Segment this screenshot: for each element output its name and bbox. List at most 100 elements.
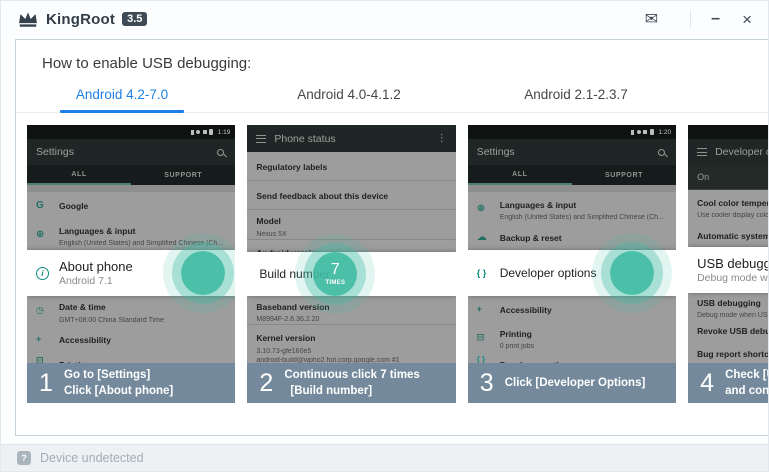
google-icon: G (36, 200, 59, 211)
bluetooth-icon (631, 130, 634, 135)
kebab-menu-icon: ⋮ (437, 133, 447, 144)
list-item-date-time: ◷ Date & time GMT+08:00 China Standard T… (27, 296, 235, 325)
dialog-title: How to enable USB debugging: (42, 55, 251, 72)
highlight-about-phone: i About phone Android 7.1 (27, 250, 235, 296)
settings-app-bar: Settings (27, 139, 235, 165)
phone-status-bar: 1:20 (468, 125, 676, 139)
list-item-accessibility: + Accessibility (27, 325, 235, 352)
highlight-usb-debugging: USB debugging Debug mode when USB is con… (688, 247, 769, 293)
list-item-printing: ⊟ Printing 0 print jobs (468, 322, 676, 352)
tab-android-4-0-4-1-2[interactable]: Android 4.0-4.1.2 (269, 87, 429, 112)
divider (27, 185, 235, 192)
printer-icon: ⊟ (477, 332, 500, 343)
mail-icon[interactable]: ✉ (645, 9, 658, 29)
battery-icon (650, 129, 654, 135)
printer-icon: ⊟ (36, 355, 59, 363)
tab-android-2-1-2-3-7[interactable]: Android 2.1-2.3.7 (496, 87, 656, 112)
phone-screenshot-phone-status: Phone status ⋮ Regulatory labels Send fe… (247, 125, 455, 363)
cloud-icon: ☁ (477, 232, 500, 243)
tap-indicator (181, 251, 225, 295)
data-saver-icon (196, 130, 200, 134)
list-item-auto-updates: Automatic system updates (688, 222, 769, 247)
phone-screenshot-settings-2: 1:20 Settings ALL SUPPORT ⊕ (468, 125, 676, 363)
step-caption-1: 1 Go to [Settings] Click [About phone] (27, 363, 235, 403)
list-item-model: Model Nexus 5X (247, 210, 455, 240)
list-item-languages: ⊕ Languages & input English (United Stat… (468, 192, 676, 224)
kingroot-window: KingRoot 3.5 ✉ – × How to enable USB deb… (0, 0, 769, 472)
clock-time: 1:19 (218, 129, 231, 136)
list-item-cool-color: Cool color temperature Use cooler displa… (688, 190, 769, 222)
phone-status-app-bar: Phone status ⋮ (247, 125, 455, 152)
help-icon[interactable]: ? (17, 451, 31, 465)
version-badge: 3.5 (122, 12, 147, 26)
signal-icon (643, 130, 647, 134)
step-number: 2 (256, 371, 276, 396)
list-item-usb-debugging-dim: USB debugging Debug mode when USB is con… (688, 293, 769, 319)
tab-android-4-2-7-0[interactable]: Android 4.2-7.0 (42, 87, 202, 112)
tap-indicator (610, 251, 654, 295)
usb-debugging-dialog: How to enable USB debugging: × Android 4… (15, 39, 769, 436)
window-close-button[interactable]: × (742, 11, 752, 28)
step-caption-2: 2 Continuous click 7 times [Build number… (247, 363, 455, 403)
settings-tabs: ALL SUPPORT (468, 165, 676, 185)
list-item-baseband: Baseband version M8994F-2.6.36.2.20 (247, 296, 455, 325)
developer-options-on-row: On (688, 165, 769, 190)
crown-logo-icon (17, 11, 39, 28)
phone-screenshot-developer-options: 1:21 Developer options ⋮ On (688, 125, 769, 363)
step-panels: 1:19 Settings ALL SUPPORT G (16, 113, 769, 435)
search-icon (658, 149, 665, 156)
developer-options-app-bar: Developer options ⋮ (688, 139, 769, 165)
phone-status-bar: 1:19 (27, 125, 235, 139)
step-number: 3 (477, 371, 497, 396)
highlight-developer-options: { } Developer options (468, 250, 676, 296)
globe-icon: ⊕ (477, 203, 500, 214)
phone-status-bar: 1:21 (688, 125, 769, 139)
accessibility-icon: + (36, 334, 59, 344)
settings-app-bar: Settings (468, 139, 676, 165)
highlight-build-number: Build number 7 TIMES (247, 252, 455, 296)
list-item-kernel: Kernel version 3.10.73-gfe160e5 android-… (247, 325, 455, 363)
tap-indicator-7-times: 7 TIMES (313, 252, 357, 296)
main-area: How to enable USB debugging: × Android 4… (1, 37, 768, 444)
list-item-google: G Google (27, 192, 235, 218)
android-version-tabs: Android 4.2-7.0 Android 4.0-4.1.2 Androi… (16, 87, 769, 113)
list-item-languages: ⊕ Languages & input English (United Stat… (27, 218, 235, 250)
titlebar: KingRoot 3.5 ✉ – × (1, 1, 768, 37)
developer-braces-icon: { } (477, 268, 500, 278)
search-icon (217, 149, 224, 156)
developer-braces-icon: { } (477, 355, 500, 363)
step-panel-2: Phone status ⋮ Regulatory labels Send fe… (247, 125, 455, 435)
hamburger-menu-icon (256, 135, 266, 143)
accessibility-icon: + (477, 304, 500, 314)
step-number: 1 (36, 371, 56, 396)
battery-icon (209, 129, 213, 135)
signal-icon (203, 130, 207, 134)
clock-time: 1:20 (658, 129, 671, 136)
globe-icon: ⊕ (36, 229, 59, 240)
list-item-regulatory-labels: Regulatory labels (247, 152, 455, 181)
status-footer: ? Device undetected (1, 444, 768, 471)
hamburger-menu-icon (697, 148, 707, 156)
device-status-text: Device undetected (40, 451, 144, 465)
list-item-printing: ⊟ Printing (27, 352, 235, 363)
step-number: 4 (697, 371, 717, 396)
list-item-bug-report: Bug report shortcut Show a button in the… (688, 341, 769, 363)
bluetooth-icon (191, 130, 194, 135)
list-item-developer-options: { } Developer options (468, 352, 676, 363)
divider (468, 185, 676, 192)
settings-tabs: ALL SUPPORT (27, 165, 235, 185)
list-item-revoke-usb: Revoke USB debugging authorizations (688, 319, 769, 341)
list-item-android-version: Android version (247, 240, 455, 252)
list-item-accessibility: + Accessibility (468, 296, 676, 322)
titlebar-divider (690, 10, 691, 28)
minimize-button[interactable]: – (711, 11, 720, 27)
step-panel-4: 1:21 Developer options ⋮ On (688, 125, 769, 435)
list-item-send-feedback: Send feedback about this device (247, 181, 455, 210)
step-caption-3: 3 Click [Developer Options] (468, 363, 676, 403)
phone-screenshot-settings: 1:19 Settings ALL SUPPORT G (27, 125, 235, 363)
app-title: KingRoot (46, 11, 115, 28)
step-caption-4: 4 Check [USB Debugging] and confirm (688, 363, 769, 403)
list-item-backup-reset: ☁ Backup & reset (468, 224, 676, 250)
data-saver-icon (637, 130, 641, 134)
step-panel-3: 1:20 Settings ALL SUPPORT ⊕ (468, 125, 676, 435)
